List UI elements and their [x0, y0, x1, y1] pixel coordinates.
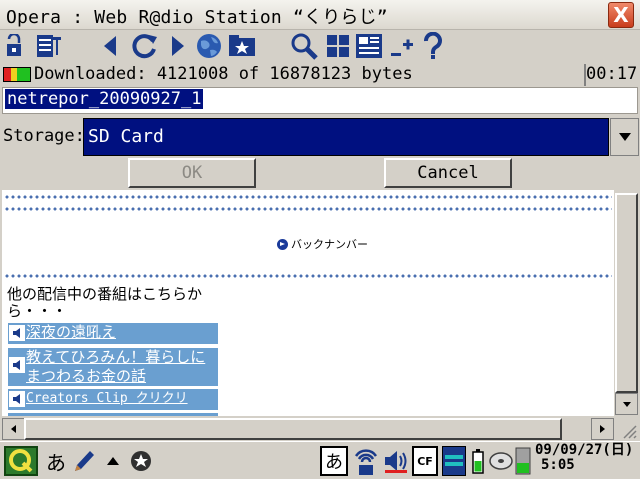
ok-button[interactable]: OK [128, 158, 256, 188]
download-status-text: Downloaded: 4121008 of 16878123 bytes [34, 64, 413, 84]
program-title[interactable]: Creators Clip クリクリ [26, 389, 188, 408]
lock-icon[interactable] [2, 32, 30, 60]
grid-view-icon[interactable] [324, 32, 352, 60]
download-progress-meter [3, 67, 31, 82]
taskbar-clock: 09/09/27(日) 5:05 [535, 443, 633, 473]
intro-text: 他の配信中の番組はこちらから・・・ [7, 285, 203, 320]
speaker-icon [9, 391, 25, 407]
help-icon[interactable] [420, 32, 446, 60]
menu-icon[interactable] [34, 32, 64, 60]
cancel-button[interactable]: Cancel [384, 158, 512, 188]
storage-dropdown-button[interactable] [610, 118, 639, 156]
download-elapsed-time: 00:17 [584, 64, 638, 86]
program-link[interactable] [8, 413, 218, 416]
zoom-icon[interactable] [388, 32, 416, 60]
sd-card-icon[interactable] [442, 446, 466, 476]
program-link[interactable]: Creators Clip クリクリ [8, 389, 218, 410]
download-status-row: Downloaded: 4121008 of 16878123 bytes 00… [0, 63, 640, 87]
resize-grip-icon [623, 425, 637, 439]
chevron-right-icon [600, 425, 605, 433]
full-view-icon[interactable] [354, 32, 384, 60]
ime-button[interactable]: あ [320, 446, 348, 476]
dotted-divider [4, 274, 612, 278]
back-number-link[interactable]: バックナンバー [277, 236, 368, 252]
input-mode-indicator[interactable]: あ [44, 446, 68, 476]
vertical-scroll-thumb[interactable] [615, 193, 638, 393]
q-logo-icon [9, 449, 33, 473]
horizontal-scroll-thumb[interactable] [24, 418, 562, 440]
toolbar [0, 30, 640, 62]
play-bullet-icon [277, 238, 288, 250]
signal-level-icon[interactable] [514, 446, 532, 476]
star-menu-icon[interactable] [128, 446, 154, 476]
scroll-right-button[interactable] [591, 418, 614, 440]
scroll-down-button[interactable] [615, 393, 638, 415]
bookmarks-icon[interactable] [226, 32, 258, 60]
scroll-left-button[interactable] [2, 418, 25, 440]
back-icon[interactable] [98, 32, 122, 60]
reload-icon[interactable] [128, 32, 160, 60]
chevron-down-icon [618, 133, 631, 141]
resize-grip[interactable] [615, 418, 638, 440]
close-button[interactable]: X [608, 2, 634, 28]
battery-icon[interactable] [470, 446, 486, 476]
program-title[interactable]: 深夜の遠吼え [26, 323, 116, 342]
storage-label: Storage: [3, 126, 85, 146]
chevron-left-icon [11, 425, 16, 433]
globe-icon[interactable] [194, 32, 224, 60]
pen-icon[interactable] [70, 446, 98, 476]
caret-up-icon[interactable] [104, 446, 122, 476]
search-icon[interactable] [288, 32, 320, 60]
title-bar: Opera : Web R@dio Station “くりらじ” X [0, 0, 640, 30]
volume-icon[interactable] [382, 446, 410, 476]
program-link[interactable]: 深夜の遠吼え [8, 323, 218, 344]
forward-icon[interactable] [166, 32, 190, 60]
program-link[interactable]: 教えてひろみん！暮らしにまつわるお金の話 [8, 348, 218, 386]
cf-card-indicator[interactable]: CF [412, 446, 438, 476]
start-button[interactable] [4, 446, 38, 476]
clock-time: 5:05 [541, 457, 575, 473]
filename-field[interactable]: netrepor_20090927_1 [2, 87, 638, 114]
program-title[interactable]: 教えてひろみん！暮らしにまつわるお金の話 [26, 348, 218, 386]
disc-icon[interactable] [488, 446, 514, 476]
wireless-icon[interactable] [352, 446, 380, 476]
chevron-down-icon [622, 401, 631, 407]
clock-date: 09/09/27(日) [535, 442, 634, 458]
filename-value: netrepor_20090927_1 [5, 89, 204, 109]
speaker-icon [9, 357, 25, 373]
storage-select[interactable]: SD Card [83, 118, 609, 156]
back-number-label: バックナンバー [291, 238, 368, 251]
dotted-divider [4, 195, 612, 199]
speaker-icon [9, 325, 25, 341]
web-content: バックナンバー 他の配信中の番組はこちらから・・・ 深夜の遠吼え 教えてひろみん… [2, 190, 614, 416]
dotted-divider [4, 207, 612, 211]
window-title: Opera : Web R@dio Station “くりらじ” [6, 7, 388, 28]
